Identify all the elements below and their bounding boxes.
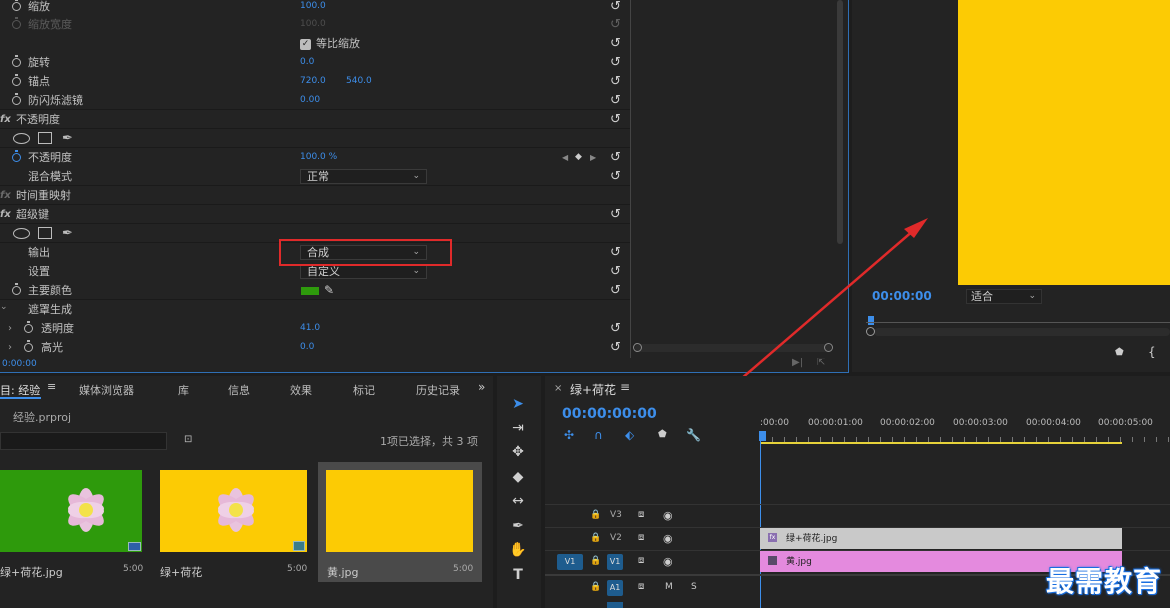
slip-tool-icon[interactable]: ↔ xyxy=(505,491,531,511)
project-item[interactable]: 绿+荷花.jpg 5:00 xyxy=(0,462,148,582)
active-tab-indicator xyxy=(0,397,41,399)
tab-project[interactable]: 目: 经验 xyxy=(0,382,40,398)
ruler-label: 00:00:02:00 xyxy=(880,418,935,428)
clip-label: 绿+荷花.jpg xyxy=(786,534,838,544)
clip-label: 黄.jpg xyxy=(786,557,812,567)
lotus-icon xyxy=(68,488,104,532)
watermark-text: 最需教育 xyxy=(1046,565,1163,598)
item-duration: 5:00 xyxy=(453,564,474,574)
wrench-icon[interactable]: 🔧 xyxy=(686,428,701,442)
project-search-input[interactable] xyxy=(0,432,167,450)
track-target-a2[interactable] xyxy=(607,602,623,608)
fx-badge-icon: fx xyxy=(768,533,777,542)
linked-selection-icon[interactable]: ∩ xyxy=(594,428,603,442)
selection-info: 1项已选择，共 3 项 xyxy=(380,435,478,448)
lock-icon[interactable]: 🔒 xyxy=(590,556,601,566)
sync-lock-icon[interactable]: ⧈ xyxy=(638,509,644,520)
item-name: 绿+荷花 xyxy=(160,566,203,579)
sequence-tab-label[interactable]: 绿+荷花 xyxy=(570,381,616,398)
thumbnail-yellow-lotus xyxy=(160,470,307,552)
sync-lock-icon[interactable]: ⧈ xyxy=(638,555,644,566)
playhead-handle[interactable] xyxy=(759,431,766,441)
close-tab-icon[interactable]: × xyxy=(554,383,562,394)
lock-icon[interactable]: 🔒 xyxy=(590,510,601,520)
thumbnail-yellow xyxy=(326,470,473,552)
item-duration: 5:00 xyxy=(287,564,308,574)
track-target-a1[interactable]: A1 xyxy=(607,580,623,596)
track-v3: 🔒 V3 ⧈ ◉ xyxy=(545,505,1170,527)
pen-tool-icon[interactable]: ✒ xyxy=(505,516,531,536)
snap-icon[interactable]: ✣ xyxy=(564,428,574,442)
tab-libraries[interactable]: 库 xyxy=(178,382,189,398)
thumbnail-green-lotus xyxy=(0,470,142,552)
work-area-bar[interactable] xyxy=(760,442,1122,444)
lock-icon[interactable]: 🔒 xyxy=(590,533,601,543)
image-badge-icon xyxy=(293,541,305,551)
search-bin-icon[interactable]: ⊡ xyxy=(184,434,192,445)
track-label: A1 xyxy=(609,583,621,592)
track-v2: 🔒 V2 ⧈ ◉ fx 绿+荷花.jpg xyxy=(545,528,1170,550)
tab-media-browser[interactable]: 媒体浏览器 xyxy=(79,382,134,398)
item-duration: 5:00 xyxy=(123,564,144,574)
eye-icon[interactable]: ◉ xyxy=(663,555,673,568)
tab-effects[interactable]: 效果 xyxy=(290,382,312,398)
ruler-label: 00:00:04:00 xyxy=(1026,418,1081,428)
ruler-label: 00:00:05:00 xyxy=(1098,418,1153,428)
image-badge-icon xyxy=(768,556,777,565)
tools-panel: ➤ ⇥ ✥ ◆ ↔ ✒ ✋ T xyxy=(497,376,541,608)
hand-tool-icon[interactable]: ✋ xyxy=(505,540,531,560)
tab-info[interactable]: 信息 xyxy=(228,382,250,398)
mute-button[interactable]: M xyxy=(665,582,673,592)
sync-lock-icon[interactable]: ⧈ xyxy=(638,532,644,543)
tabs-overflow-icon[interactable]: » xyxy=(478,380,485,394)
panel-menu-icon[interactable]: ≡ xyxy=(47,380,56,393)
tab-markers[interactable]: 标记 xyxy=(353,382,375,398)
item-name: 黄.jpg xyxy=(327,566,359,579)
track-label[interactable]: V3 xyxy=(610,510,622,520)
razor-tool-icon[interactable]: ◆ xyxy=(505,467,531,487)
sequence-timecode[interactable]: 00:00:00:00 xyxy=(562,406,657,422)
project-item[interactable]: 绿+荷花 5:00 xyxy=(160,462,310,582)
item-name: 绿+荷花.jpg xyxy=(0,566,63,579)
track-select-tool-icon[interactable]: ⇥ xyxy=(505,418,531,438)
ruler-label: :00:00 xyxy=(760,418,789,428)
lotus-icon xyxy=(218,488,254,532)
project-filename: 经验.prproj xyxy=(13,411,72,424)
sync-lock-icon[interactable]: ⧈ xyxy=(638,581,644,592)
add-marker-icon[interactable]: ⬟ xyxy=(658,429,667,440)
track-target-v1[interactable]: V1 xyxy=(607,554,623,570)
type-tool-icon[interactable]: T xyxy=(505,565,531,585)
track-label[interactable]: V2 xyxy=(610,533,622,543)
panel-menu-icon[interactable]: ≡ xyxy=(620,380,630,394)
lock-icon[interactable]: 🔒 xyxy=(590,582,601,592)
ripple-edit-tool-icon[interactable]: ✥ xyxy=(505,442,531,462)
tab-history[interactable]: 历史记录 xyxy=(416,382,460,398)
track-label: V1 xyxy=(609,557,621,566)
time-ruler[interactable]: :00:00 00:00:01:00 00:00:02:00 00:00:03:… xyxy=(760,418,1170,444)
selection-tool-icon[interactable]: ➤ xyxy=(505,394,531,414)
insert-marker-icon[interactable]: ⬖ xyxy=(625,428,634,442)
source-patch-v1[interactable]: V1 xyxy=(557,554,583,570)
clip-green-lotus[interactable]: fx 绿+荷花.jpg xyxy=(760,528,1122,549)
eye-icon[interactable]: ◉ xyxy=(663,532,673,545)
solo-button[interactable]: S xyxy=(691,582,697,592)
project-item-selected[interactable]: 黄.jpg 5:00 xyxy=(318,462,482,582)
ruler-label: 00:00:01:00 xyxy=(808,418,863,428)
source-patch-label: V1 xyxy=(564,557,576,566)
ruler-label: 00:00:03:00 xyxy=(953,418,1008,428)
sequence-badge-icon xyxy=(128,542,141,551)
eye-icon[interactable]: ◉ xyxy=(663,509,673,522)
